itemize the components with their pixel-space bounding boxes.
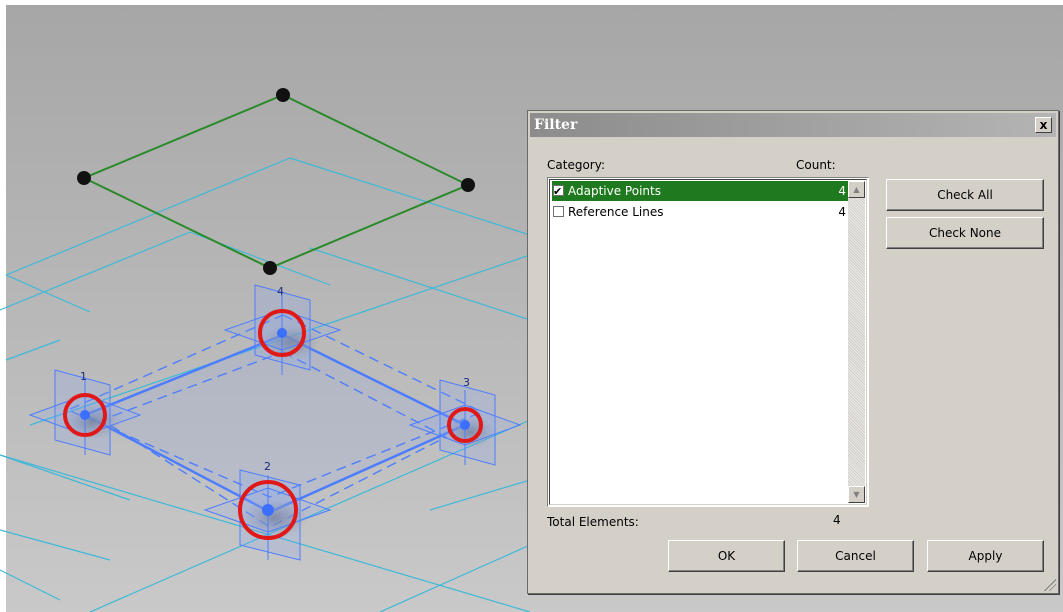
scroll-up-icon[interactable]: ▲: [848, 181, 865, 198]
list-scrollbar[interactable]: ▲ ▼: [848, 181, 865, 503]
list-item-count: 4: [838, 205, 846, 219]
total-elements-value: 4: [833, 513, 841, 527]
scroll-down-icon[interactable]: ▼: [848, 486, 865, 503]
point-label-3: 3: [463, 376, 470, 389]
filter-dialog: Filter x Category: Count: Adaptive Point…: [527, 110, 1059, 594]
count-header: Count:: [796, 158, 836, 172]
list-item-reference-lines[interactable]: Reference Lines 4: [552, 202, 852, 222]
point-label-2: 2: [264, 460, 271, 473]
category-header: Category:: [547, 158, 605, 172]
dialog-titlebar[interactable]: Filter x: [530, 113, 1056, 137]
checkbox-adaptive-points[interactable]: [553, 182, 564, 202]
point-label-1: 1: [80, 370, 87, 383]
close-icon[interactable]: x: [1035, 117, 1052, 133]
cancel-button[interactable]: Cancel: [797, 540, 914, 572]
apply-button[interactable]: Apply: [927, 540, 1044, 572]
list-item-label: Reference Lines: [568, 205, 664, 219]
dialog-title: Filter: [534, 117, 578, 133]
point-label-4: 4: [277, 285, 284, 298]
checkbox-reference-lines[interactable]: [553, 206, 564, 217]
total-elements-label: Total Elements:: [547, 515, 639, 529]
category-list[interactable]: Adaptive Points 4 Reference Lines 4 ▲ ▼: [547, 177, 869, 507]
check-none-button[interactable]: Check None: [886, 217, 1044, 249]
ok-button[interactable]: OK: [668, 540, 785, 572]
list-item-adaptive-points[interactable]: Adaptive Points 4: [552, 181, 852, 202]
resize-grip-icon[interactable]: [1044, 579, 1056, 591]
check-all-button[interactable]: Check All: [886, 179, 1044, 211]
list-item-count: 4: [838, 184, 846, 198]
list-item-label: Adaptive Points: [568, 184, 661, 198]
